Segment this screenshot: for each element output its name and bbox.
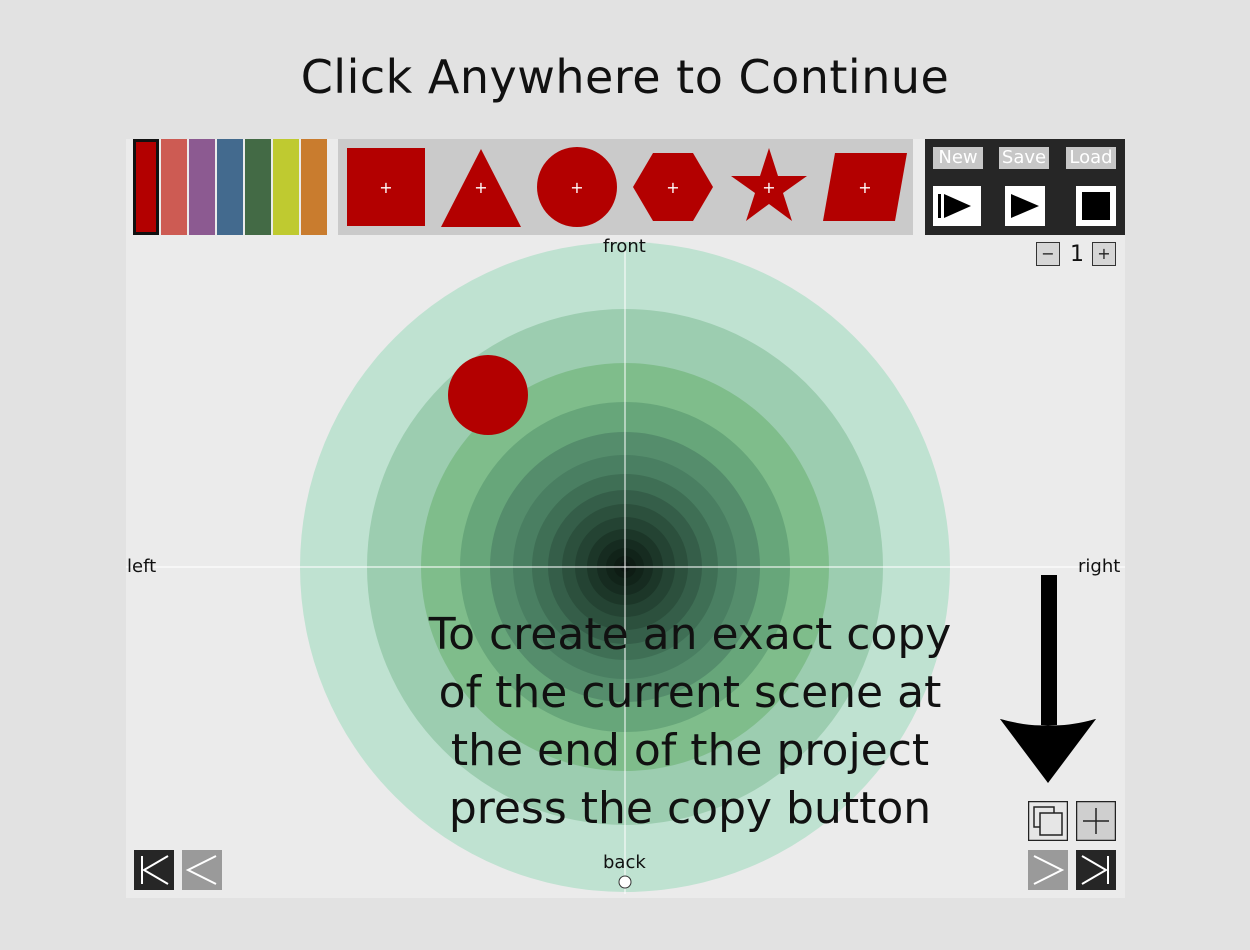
color-swatch-lime[interactable]	[273, 139, 299, 235]
last-scene-button[interactable]	[1076, 850, 1116, 890]
shape-toolbar: + + + + + +	[338, 139, 913, 235]
project-controls: New Save Load	[925, 139, 1125, 235]
color-swatch-blue[interactable]	[217, 139, 243, 235]
square-tool[interactable]: +	[344, 145, 428, 229]
overlay-title[interactable]: Click Anywhere to Continue	[0, 50, 1250, 104]
color-swatch-coral[interactable]	[161, 139, 187, 235]
scene-increment-button[interactable]: +	[1092, 242, 1116, 266]
color-swatch-green[interactable]	[245, 139, 271, 235]
instruction-text: To create an exact copy of the current s…	[380, 606, 1000, 838]
svg-text:+: +	[762, 178, 775, 197]
svg-text:+: +	[474, 178, 487, 197]
scene-decrement-button[interactable]: −	[1036, 242, 1060, 266]
color-palette	[133, 139, 327, 235]
scene-stepper: − 1 +	[1036, 242, 1118, 268]
svg-text:+: +	[666, 178, 679, 197]
axis-label-right: right	[1078, 556, 1121, 577]
color-swatch-purple[interactable]	[189, 139, 215, 235]
play-from-start-icon[interactable]	[933, 186, 981, 226]
save-button[interactable]: Save	[999, 147, 1049, 169]
axis-label-front: front	[603, 236, 646, 257]
instruction-line: To create an exact copy	[428, 609, 952, 660]
arrow-down-icon	[1000, 575, 1096, 783]
hexagon-tool[interactable]: +	[631, 145, 715, 229]
svg-text:+: +	[858, 178, 871, 197]
circle-tool[interactable]: +	[535, 145, 619, 229]
new-button[interactable]: New	[933, 147, 983, 169]
color-swatch-orange[interactable]	[301, 139, 327, 235]
triangle-tool[interactable]: +	[439, 145, 523, 229]
scene-number: 1	[1070, 242, 1084, 267]
axis-label-left: left	[127, 556, 157, 577]
placed-circle-object	[448, 355, 528, 435]
svg-text:+: +	[379, 178, 392, 197]
parallelogram-tool[interactable]: +	[823, 145, 907, 229]
color-swatch-red[interactable]	[133, 139, 159, 235]
instruction-line: the end of the project	[450, 725, 930, 776]
instruction-line: press the copy button	[448, 783, 932, 834]
load-button[interactable]: Load	[1066, 147, 1116, 169]
copy-scene-button[interactable]	[1028, 801, 1068, 841]
next-scene-button[interactable]	[1028, 850, 1068, 890]
instruction-line: of the current scene at	[438, 667, 942, 718]
add-scene-button[interactable]	[1076, 801, 1116, 841]
axis-label-back: back	[603, 852, 646, 873]
first-scene-button[interactable]	[134, 850, 174, 890]
star-tool[interactable]: +	[727, 145, 811, 229]
stop-icon[interactable]	[1076, 186, 1116, 226]
listener-handle	[618, 875, 632, 889]
svg-text:+: +	[570, 178, 583, 197]
previous-scene-button[interactable]	[182, 850, 222, 890]
play-icon[interactable]	[1005, 186, 1045, 226]
